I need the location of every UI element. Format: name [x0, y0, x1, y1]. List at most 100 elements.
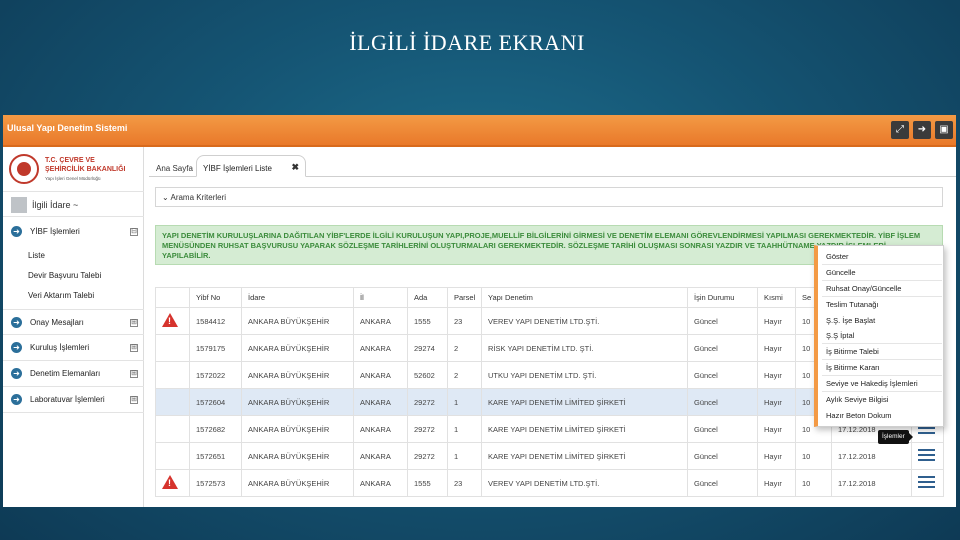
column-header-isin-durumu[interactable]: İşin Durumu — [687, 287, 758, 308]
menu-item-guncelle[interactable]: Güncelle — [826, 268, 856, 277]
cell-tarih: 17.12.2018 — [831, 469, 912, 497]
cell-kismi: Hayır — [757, 442, 796, 470]
cell-denetim: KARE YAPI DENETİM LİMİTED ŞİRKETİ — [481, 415, 688, 443]
cell-yibf: 1572573 — [189, 469, 242, 497]
cell-denetim: KARE YAPI DENETİM LİMİTED ŞİRKETİ — [481, 388, 688, 416]
close-icon[interactable]: ✖ — [291, 162, 299, 173]
column-header-yibf-no[interactable]: Yibf No — [189, 287, 242, 308]
cell-idare: ANKARA BÜYÜKŞEHİR — [241, 307, 354, 335]
cell-parsel: 1 — [447, 388, 482, 416]
cell-durum: Güncel — [687, 361, 758, 389]
arrow-right-icon: ➜ — [11, 226, 22, 237]
column-header-kismi[interactable]: Kısmi — [757, 287, 796, 308]
cell-denetim: RİSK YAPI DENETİM LTD. ŞTİ. — [481, 334, 688, 362]
expand-icon[interactable]: ⊞ — [130, 344, 138, 352]
menu-item-hazir-beton[interactable]: Hazır Beton Dokum — [826, 411, 891, 420]
cell-ada: 29272 — [407, 388, 448, 416]
cell-il: ANKARA — [353, 361, 408, 389]
top-bar: Ulusal Yapı Denetim Sistemi ⤢ ➜ ▣ — [3, 115, 956, 147]
cell-yibf: 1572682 — [189, 415, 242, 443]
slide-title: İLGİLİ İDARE EKRANI — [349, 30, 585, 55]
cell-yibf: 1572022 — [189, 361, 242, 389]
ministry-seal-icon — [9, 154, 39, 184]
cell-il: ANKARA — [353, 307, 408, 335]
cell-il: ANKARA — [353, 469, 408, 497]
cell-ada: 52602 — [407, 361, 448, 389]
sidebar-subitem-veri-aktarim[interactable]: Veri Aktarım Talebi — [28, 291, 94, 300]
expand-icon[interactable]: ⊞ — [130, 396, 138, 404]
window-icon[interactable]: ▣ — [935, 121, 953, 139]
app-name: Ulusal Yapı Denetim Sistemi — [7, 123, 128, 133]
menu-item-is-bitirme-karari[interactable]: İş Bitirme Kararı — [826, 363, 880, 372]
cell-parsel: 2 — [447, 334, 482, 362]
arrow-right-icon: ➜ — [11, 394, 22, 405]
cell-se: 10 — [795, 442, 832, 470]
column-header — [155, 287, 190, 308]
menu-item-ruhsat-onay[interactable]: Ruhsat Onay/Güncelle — [826, 284, 901, 293]
column-header-yapi-denetim[interactable]: Yapı Denetim — [481, 287, 688, 308]
sidebar-item-kurulus[interactable]: ➜ Kuruluş İşlemleri ⊞ — [3, 335, 144, 361]
tab-home[interactable]: Ana Sayfa — [156, 164, 193, 173]
cell-denetim: VEREV YAPI DENETİM LTD.ŞTİ. — [481, 307, 688, 335]
cell-idare: ANKARA BÜYÜKŞEHİR — [241, 388, 354, 416]
menu-item-goster[interactable]: Göster — [826, 252, 849, 261]
sidebar-item-label: Denetim Elemanları — [30, 369, 101, 378]
cell-idare: ANKARA BÜYÜKŞEHİR — [241, 469, 354, 497]
warning-cell — [155, 361, 190, 389]
tab-yibf-liste[interactable]: YİBF İşlemleri Liste ✖ — [196, 155, 306, 177]
sidebar-item-laboratuvar[interactable]: ➜ Laboratuvar İşlemleri ⊞ — [3, 387, 144, 413]
sidebar-item-label: Kuruluş İşlemleri — [30, 343, 90, 352]
column-header-idare[interactable]: İdare — [241, 287, 354, 308]
sidebar-item-label: Onay Mesajları — [30, 318, 84, 327]
search-criteria-panel[interactable]: ⌄ Arama Kriterleri — [155, 187, 943, 207]
row-actions-cell — [911, 442, 944, 470]
sidebar-item-onay[interactable]: ➜ Onay Mesajları ⊞ — [3, 309, 144, 335]
main-content: Ana Sayfa YİBF İşlemleri Liste ✖ ⌄ Arama… — [149, 147, 956, 507]
sidebar: T.C. ÇEVRE VE ŞEHİRCİLİK BAKANLIĞI Yapı … — [3, 147, 144, 507]
table-row[interactable]: 1572573ANKARA BÜYÜKŞEHİRANKARA155523VERE… — [155, 469, 944, 497]
tab-bar: Ana Sayfa YİBF İşlemleri Liste ✖ — [149, 155, 956, 177]
sidebar-subitem-devir[interactable]: Devir Başvuru Talebi — [28, 271, 101, 280]
menu-item-is-baslat[interactable]: Ş.Ş. İşe Başlat — [826, 316, 875, 325]
cell-il: ANKARA — [353, 442, 408, 470]
sidebar-subitem-liste[interactable]: Liste — [28, 251, 45, 260]
menu-item-iptal[interactable]: Ş.Ş İptal — [826, 331, 854, 340]
tab-label: YİBF İşlemleri Liste — [203, 164, 272, 173]
expand-icon[interactable]: ⊞ — [130, 370, 138, 378]
cell-ada: 1555 — [407, 469, 448, 497]
logo-line-1: T.C. ÇEVRE VE — [45, 157, 95, 164]
search-criteria-label: ⌄ Arama Kriterleri — [162, 193, 227, 202]
warning-cell — [155, 388, 190, 416]
sidebar-item-label: YİBF İşlemleri — [30, 227, 80, 236]
table-row[interactable]: 1572651 ANKARA BÜYÜKŞEHİR ANKARA 29272 1 KARE… — [155, 442, 944, 470]
hamburger-menu-icon[interactable] — [918, 449, 935, 461]
column-header-parsel[interactable]: Parsel — [447, 287, 482, 308]
fullscreen-icon[interactable]: ⤢ — [891, 121, 909, 139]
cell-il: ANKARA — [353, 334, 408, 362]
column-header-il[interactable]: İl — [353, 287, 408, 308]
cell-idare: ANKARA BÜYÜKŞEHİR — [241, 442, 354, 470]
warning-cell — [155, 334, 190, 362]
menu-item-teslim-tutanagi[interactable]: Teslim Tutanağı — [826, 300, 879, 309]
sidebar-item-denetim[interactable]: ➜ Denetim Elemanları ⊞ — [3, 361, 144, 387]
cell-durum: Güncel — [687, 334, 758, 362]
user-menu[interactable]: İlgili İdare ~ — [3, 191, 144, 217]
ministry-logo: T.C. ÇEVRE VE ŞEHİRCİLİK BAKANLIĞI Yapı … — [6, 151, 142, 189]
menu-item-is-bitirme-talebi[interactable]: İş Bitirme Talebi — [826, 347, 879, 356]
cell-denetim: VEREV YAPI DENETİM LTD.ŞTİ. — [481, 469, 688, 497]
row-actions-cell — [911, 469, 944, 497]
collapse-icon[interactable]: ⊟ — [130, 228, 138, 236]
logout-icon[interactable]: ➜ — [913, 121, 931, 139]
cell-idare: ANKARA BÜYÜKŞEHİR — [241, 334, 354, 362]
menu-item-aylik-seviye[interactable]: Aylık Seviye Bilgisi — [826, 395, 888, 404]
cell-durum: Güncel — [687, 415, 758, 443]
column-header-ada[interactable]: Ada — [407, 287, 448, 308]
menu-item-seviye-hakedis[interactable]: Seviye ve Hakediş İşlemleri — [826, 379, 918, 388]
sidebar-item-yibf[interactable]: ➜ YİBF İşlemleri ⊟ — [3, 219, 144, 245]
cell-kismi: Hayır — [757, 415, 796, 443]
sidebar-item-label: Laboratuvar İşlemleri — [30, 395, 105, 404]
hamburger-menu-icon[interactable] — [918, 476, 935, 488]
cell-kismi: Hayır — [757, 334, 796, 362]
cell-kismi: Hayır — [757, 469, 796, 497]
expand-icon[interactable]: ⊞ — [130, 319, 138, 327]
